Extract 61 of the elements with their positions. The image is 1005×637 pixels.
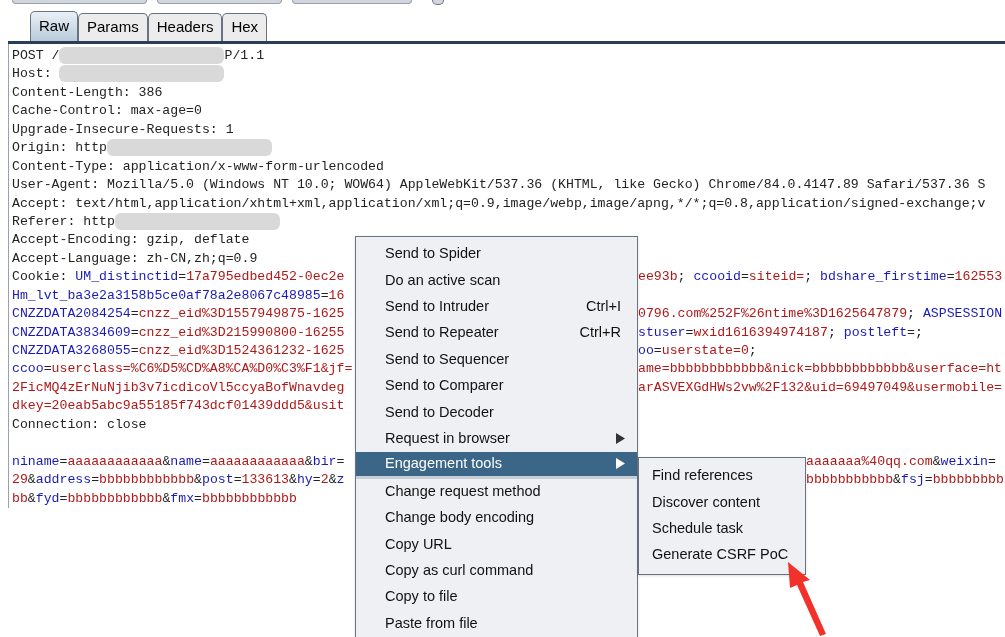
menu-item[interactable]: Send to Spider <box>356 241 637 268</box>
code-line: aaaaaaa%40qq.com&weixin= <box>806 452 996 471</box>
code-line: Origin: http <box>12 140 272 156</box>
menu-item[interactable]: Discover content <box>639 489 805 516</box>
code-line: bbbbbbbbbbb&fsj=bbbbbbbbb <box>806 471 1004 490</box>
code-line: ame=bbbbbbbbbbbb&nick=bbbbbbbbbbbb&userface=ht <box>638 360 1003 379</box>
slider-thumb[interactable] <box>432 0 444 5</box>
code-line: dkey=20eab5abc9a55185f743dcf01439ddd5&usit <box>12 398 345 414</box>
menu-item[interactable]: Paste from file <box>356 610 637 637</box>
code-line: ccoo=userclass=%C6%D5%CD%A8%CA%D0%C3%F1&jf= <box>12 361 353 377</box>
code-line: Content-Type: application/x-www-form-urlencoded <box>12 158 384 174</box>
code-line: 0796.com%252F%26ntime%3D1625647879; ASPSESSION <box>638 305 1003 324</box>
menu-item[interactable]: Send to Decoder <box>356 399 637 426</box>
code-line: User-Agent: Mozilla/5.0 (Windows NT 10.0; WOW64) AppleWebKit/537.36 (KHTML, like Gecko) Chrome/84.0.4147.89 Safari/537.36 S <box>12 177 986 193</box>
menu-item[interactable]: Find references <box>639 463 805 490</box>
menu-item[interactable]: Copy as curl command <box>356 557 637 585</box>
code-line: POST / P/1.1 <box>12 48 265 63</box>
menu-item[interactable]: Change request method <box>356 478 637 505</box>
code-line: ee93b; ccooid=siteid=; bdshare_firstime=162553 <box>638 268 1003 287</box>
code-line: Content-Length: 386 <box>12 84 163 100</box>
menu-item[interactable]: Send to Comparer <box>356 372 637 400</box>
tab[interactable]: Raw <box>30 11 78 41</box>
code-line: oo=userstate=0; <box>638 342 757 360</box>
tab[interactable]: Headers <box>147 13 223 41</box>
code-line: CNZZDATA3834609=cnzz_eid%3D215990800-16255 <box>12 324 345 340</box>
toolbar-button[interactable] <box>292 0 412 4</box>
code-line: bb&fyd=bbbbbbbbbbbb&fmx=bbbbbbbbbbbb <box>12 490 297 506</box>
code-line: Connection: close <box>12 416 147 432</box>
code-line: Referer: http <box>12 213 280 229</box>
code-line: Hm_lvt_ba3e2a3158b5ce0af78a2e8067c48985=16 <box>12 287 345 303</box>
code-line: Accept-Language: zh-CN,zh;q=0.9 <box>12 250 258 266</box>
code-line: Cache-Control: max-age=0 <box>12 103 202 119</box>
code-line: Accept-Encoding: gzip, deflate <box>12 232 250 248</box>
menu-item[interactable]: Copy URL <box>356 531 637 558</box>
menu-item[interactable]: Do an active scan <box>356 267 637 294</box>
code-line: 29&address=bbbbbbbbbbbb&post=133613&hy=2&z <box>12 472 345 488</box>
menu-item[interactable]: Copy to file <box>356 584 637 611</box>
toolbar-button[interactable] <box>12 0 147 4</box>
menu-item[interactable]: Send to Intruder Ctrl+I <box>356 293 637 321</box>
menu-item[interactable]: Send to Repeater Ctrl+R <box>356 320 637 347</box>
code-line: 2FicMQ4zErNuNjib3v7icdicoVl5ccyaBofWnavdeg <box>12 379 345 395</box>
menu-item[interactable]: Request in browser <box>356 425 637 453</box>
code-line: Host: <box>12 66 225 82</box>
menu-item[interactable]: Send to Sequencer <box>356 346 637 373</box>
tab[interactable]: Hex <box>222 13 268 41</box>
code-line: arASVEXGdHWs2vw%2F132&uid=69497049&usermobile= <box>638 378 1003 397</box>
code-line: Cookie: UM_distinctid=17a795edbed452-0ec2e <box>12 269 345 285</box>
menu-item[interactable]: Engagement tools <box>356 452 637 479</box>
tab[interactable]: Params <box>78 13 148 41</box>
toolbar-button[interactable] <box>157 0 282 4</box>
shortcut-label: Ctrl+I <box>585 297 621 317</box>
menu-item[interactable]: Generate CSRF PoC <box>639 542 805 569</box>
code-line: Upgrade-Insecure-Requests: 1 <box>12 121 234 137</box>
code-line: CNZZDATA2084254=cnzz_eid%3D1557949875-1625 <box>12 306 345 322</box>
code-line: stuser=wxid1616394974187; postleft=; <box>638 323 923 342</box>
shortcut-label: Ctrl+R <box>579 323 621 343</box>
menu-item[interactable]: Schedule task <box>639 515 805 543</box>
menu-item[interactable]: Change body encoding <box>356 504 637 532</box>
code-line: CNZZDATA3268055=cnzz_eid%3D1524361232-1625 <box>12 343 345 358</box>
code-line: niname=aaaaaaaaaaaa&name=aaaaaaaaaaaa&bir= <box>12 453 345 469</box>
code-line: Accept: text/html,application/xhtml+xml,application/xml;q=0.9,image/webp,image/apng,*/*;q=0.8,application/signed-exchange;v <box>12 195 986 211</box>
